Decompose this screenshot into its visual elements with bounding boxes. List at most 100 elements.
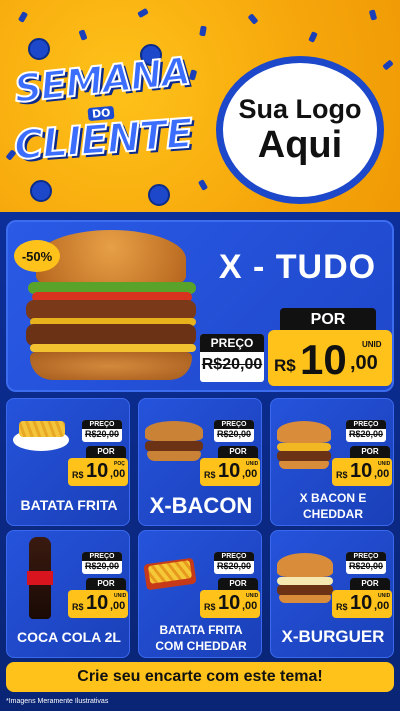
confetti	[197, 179, 209, 191]
header-banner: SEMANA DO CLIENTE Sua Logo Aqui	[0, 0, 400, 212]
cheese-layer	[277, 577, 333, 585]
old-price: R$20,00	[348, 561, 384, 571]
product-name-line2: COM CHEDDAR	[155, 639, 247, 653]
product-name: COCA COLA 2L	[17, 629, 121, 645]
confetti	[78, 29, 88, 41]
por-label: POR	[280, 308, 376, 332]
burger-patty	[145, 441, 203, 451]
preco-label: PREÇO	[214, 420, 254, 429]
price-decimal: ,00	[374, 468, 390, 480]
currency-symbol: R$	[274, 356, 296, 375]
new-price-tag: R$ 10,00 UNID	[200, 590, 260, 618]
product-name-line1: BATATA FRITA	[159, 623, 243, 637]
burger-patty	[277, 585, 333, 595]
preco-label: PREÇO	[82, 552, 122, 561]
preco-label: PREÇO	[82, 420, 122, 429]
price-integer: 10	[86, 592, 109, 614]
price-integer: 10	[300, 336, 347, 383]
product-name-line1: X BACON E	[299, 491, 367, 505]
x-bacon-cheddar-image	[277, 421, 331, 443]
cta-banner: Crie seu encarte com este tema!	[6, 662, 394, 692]
hero-product-name: X - TUDO	[218, 248, 377, 286]
price-decimal: ,00	[110, 600, 126, 612]
price-integer: 10	[86, 460, 109, 482]
title-semana: SEMANA	[11, 48, 192, 112]
confetti	[308, 31, 318, 43]
price-decimal: ,00	[242, 468, 258, 480]
product-name: X-BACON	[149, 493, 253, 518]
price-integer: 10	[218, 592, 241, 614]
por-label: POR	[86, 446, 126, 458]
old-price-tag: PREÇO R$20,00	[82, 552, 122, 574]
unit-label: UNID	[362, 340, 382, 349]
coca-cola-label	[27, 571, 53, 585]
old-price-tag: PREÇO R$20,00	[346, 420, 386, 442]
flyer-page: SEMANA DO CLIENTE Sua Logo Aqui -50% X -…	[0, 0, 400, 711]
burger-bun-bottom	[147, 451, 201, 461]
confetti	[368, 9, 378, 21]
burger-bun-bottom	[279, 461, 329, 469]
unit-label: UNID	[246, 461, 259, 467]
old-price: R$20,00	[201, 356, 263, 373]
discount-badge: -50%	[14, 240, 60, 272]
currency-symbol: R$	[204, 470, 216, 480]
unit-label: UNID	[378, 461, 391, 467]
burger-bun-bottom	[279, 595, 331, 603]
price-integer: 10	[350, 460, 373, 482]
currency-symbol: R$	[72, 470, 84, 480]
price-integer: 10	[350, 592, 373, 614]
coin-icon	[148, 184, 170, 206]
coin-icon	[30, 180, 52, 202]
por-label: POR	[218, 446, 258, 458]
old-price-tag: PREÇO R$20,00	[346, 552, 386, 574]
x-burguer-image	[277, 553, 333, 577]
new-price-tag: R$ 10,00 POÇ	[68, 458, 128, 486]
price-decimal: ,00	[374, 600, 390, 612]
logo-line2: Aqui	[257, 123, 343, 166]
price-decimal: ,00	[350, 352, 378, 374]
por-label: POR	[86, 578, 126, 590]
unit-label: UNID	[246, 593, 259, 599]
old-price-tag: PREÇO R$20,00	[200, 334, 264, 382]
product-name-line2: CHEDDAR	[303, 507, 363, 521]
confetti	[199, 25, 207, 37]
burger-patty	[277, 451, 331, 461]
new-price-tag: R$ 10,00 UNID	[200, 458, 260, 486]
price-decimal: ,00	[242, 600, 258, 612]
new-price-tag: R$ 10 ,00 UNID	[268, 330, 392, 386]
new-price-tag: R$ 10,00 UNID	[332, 590, 392, 618]
campaign-title: SEMANA DO CLIENTE	[11, 48, 194, 170]
currency-symbol: R$	[204, 602, 216, 612]
preco-label: PREÇO	[346, 552, 386, 561]
new-price-tag: R$ 10,00 UNID	[332, 458, 392, 486]
currency-symbol: R$	[336, 602, 348, 612]
old-price-tag: PREÇO R$20,00	[214, 420, 254, 442]
unit-label: POÇ	[114, 461, 125, 467]
fries-image	[19, 421, 65, 437]
por-label: POR	[218, 578, 258, 590]
confetti	[17, 11, 29, 23]
disclaimer-text: *Imagens Meramente Ilustrativas	[6, 698, 109, 705]
logo-placeholder: Sua Logo Aqui	[216, 56, 384, 204]
title-cliente: CLIENTE	[12, 110, 195, 170]
currency-symbol: R$	[336, 470, 348, 480]
old-price-tag: PREÇO R$20,00	[214, 552, 254, 574]
unit-label: UNID	[378, 593, 391, 599]
por-label: POR	[350, 446, 390, 458]
confetti	[247, 13, 259, 25]
price-integer: 10	[218, 460, 241, 482]
preco-label: PREÇO	[214, 552, 254, 561]
x-bacon-image	[145, 421, 203, 441]
price-decimal: ,00	[110, 468, 126, 480]
old-price: R$20,00	[84, 429, 120, 439]
product-name: X-BURGUER	[281, 627, 385, 646]
new-price-tag: R$ 10,00 UNID	[68, 590, 128, 618]
logo-line1: Sua Logo	[238, 93, 362, 124]
coin-icon	[28, 38, 50, 60]
product-name: BATATA FRITA	[20, 497, 118, 513]
old-price: R$20,00	[84, 561, 120, 571]
confetti	[137, 7, 149, 19]
old-price: R$20,00	[348, 429, 384, 439]
cheddar-layer	[277, 443, 331, 451]
currency-symbol: R$	[72, 602, 84, 612]
